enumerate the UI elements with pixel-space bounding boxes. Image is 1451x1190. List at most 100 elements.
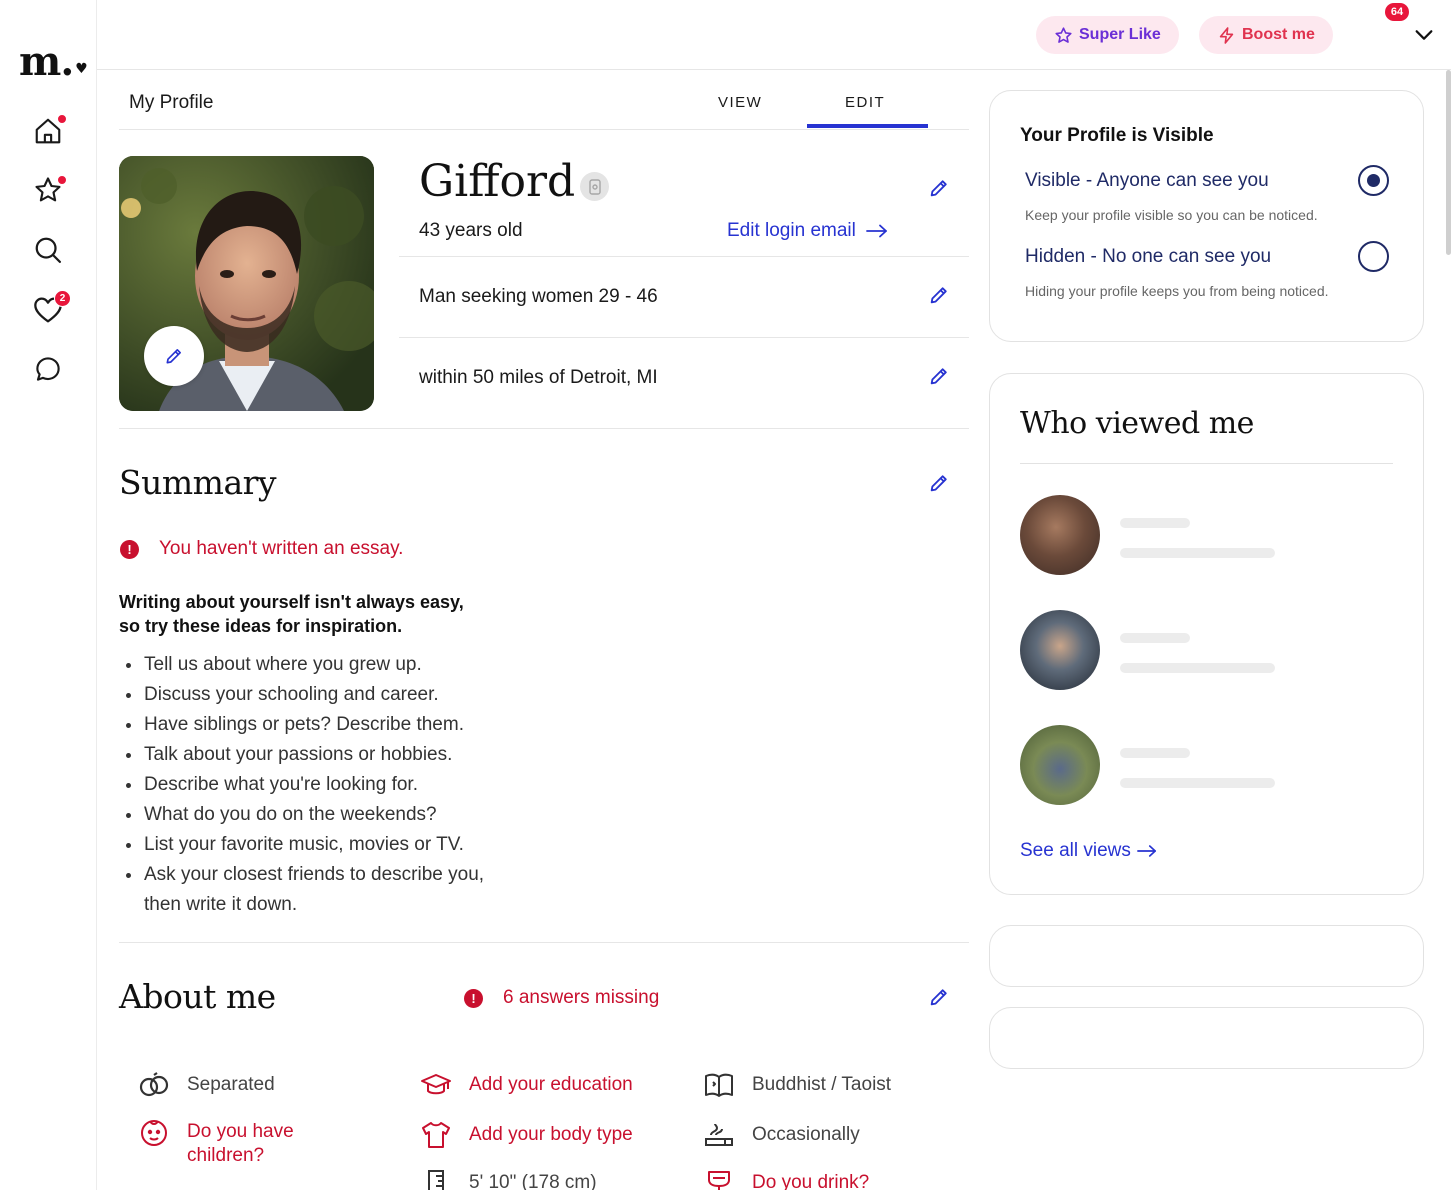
sidebar: m. ♥ 2 — [0, 0, 97, 1190]
empty-card — [989, 1007, 1424, 1069]
profile-age: 43 years old — [419, 220, 523, 241]
lightning-icon — [1219, 26, 1234, 44]
viewer-avatar[interactable] — [1020, 610, 1100, 690]
about-body-type[interactable]: Add your body type — [419, 1120, 633, 1150]
essay-warning-text: You haven't written an essay. — [159, 538, 404, 559]
viewer-avatar[interactable] — [1020, 495, 1100, 575]
about-height[interactable]: 5' 10" (178 cm) — [419, 1168, 597, 1190]
sidebar-item-search[interactable] — [30, 232, 66, 268]
edit-photo-button[interactable] — [144, 326, 204, 386]
see-all-views-link[interactable]: See all views — [1020, 840, 1157, 862]
photo-verify-icon[interactable] — [580, 172, 609, 201]
sidebar-item-home[interactable] — [30, 113, 67, 149]
alert-icon: ! — [120, 539, 139, 559]
boost-me-button[interactable]: Boost me — [1199, 16, 1333, 54]
star-outline-icon — [1055, 26, 1072, 43]
viewer-name-placeholder — [1120, 748, 1190, 758]
hidden-radio[interactable] — [1358, 241, 1389, 272]
ideas-heading: Writing about yourself isn't always easy… — [119, 590, 539, 638]
tab-edit[interactable]: EDIT — [845, 94, 885, 111]
visibility-option-hidden-desc: Hiding your profile keeps you from being… — [1025, 283, 1329, 299]
pencil-icon — [930, 475, 947, 492]
about-religion[interactable]: Buddhist / Taoist — [702, 1070, 891, 1100]
top-bar: Super Like Boost me 64 — [97, 0, 1451, 70]
divider — [1020, 463, 1393, 464]
list-item: List your favorite music, movies or TV. — [119, 830, 549, 860]
logo-heart: ♥ — [75, 61, 88, 77]
summary-title: Summary — [119, 463, 277, 502]
favorites-notification-dot — [57, 175, 67, 185]
list-item: Discuss your schooling and career. — [119, 680, 549, 710]
viewer-detail-placeholder — [1120, 663, 1275, 673]
visibility-option-visible-label[interactable]: Visible - Anyone can see you — [1025, 170, 1269, 192]
viewer-name-placeholder — [1120, 518, 1190, 528]
divider — [399, 256, 969, 257]
drink-icon — [708, 1171, 730, 1190]
who-viewed-title: Who viewed me — [1020, 406, 1254, 441]
ideas-heading-line-2: so try these ideas for inspiration. — [119, 616, 403, 636]
child-face-icon — [141, 1120, 167, 1146]
answers-missing-warning: ! 6 answers missing — [464, 987, 659, 1009]
edit-login-email-link[interactable]: Edit login email — [727, 220, 888, 242]
edit-login-email-label: Edit login email — [727, 220, 856, 241]
essay-warning: ! You haven't written an essay. — [120, 538, 403, 560]
sidebar-item-messages[interactable] — [30, 351, 66, 387]
list-item: Describe what you're looking for. — [119, 770, 549, 800]
see-all-views-label: See all views — [1020, 840, 1131, 861]
edit-location-button[interactable] — [928, 365, 950, 387]
arrow-right-icon — [865, 224, 887, 238]
page-title: My Profile — [129, 92, 214, 113]
page-scrollbar[interactable] — [1446, 70, 1451, 255]
ideas-heading-line-1: Writing about yourself isn't always easy… — [119, 592, 464, 612]
location-preference: within 50 miles of Detroit, MI — [419, 367, 658, 388]
profile-photo[interactable] — [119, 156, 374, 411]
divider — [399, 337, 969, 338]
smoking-icon — [705, 1123, 733, 1146]
arrow-right-icon — [1136, 845, 1156, 857]
about-education[interactable]: Add your education — [419, 1070, 633, 1100]
super-like-button[interactable]: Super Like — [1036, 16, 1179, 54]
account-menu-toggle[interactable] — [1413, 24, 1435, 51]
ruler-icon — [428, 1170, 444, 1190]
sidebar-item-favorites[interactable] — [30, 172, 67, 208]
divider — [119, 428, 969, 429]
about-children[interactable]: Do you have children? — [137, 1117, 327, 1168]
home-notification-dot — [57, 114, 67, 124]
about-drinking[interactable]: Do you drink? — [702, 1168, 869, 1190]
visible-radio[interactable] — [1358, 165, 1389, 196]
super-like-label: Super Like — [1079, 26, 1161, 43]
chevron-down-icon — [1415, 30, 1433, 40]
who-viewed-card: Who viewed me See all views — [989, 373, 1424, 895]
seeking-preference: Man seeking women 29 - 46 — [419, 286, 658, 307]
brand-logo[interactable]: m. ♥ — [19, 38, 88, 85]
viewer-avatar[interactable] — [1020, 725, 1100, 805]
pencil-icon — [930, 287, 947, 304]
edit-name-button[interactable] — [928, 177, 950, 199]
pencil-icon — [930, 989, 947, 1006]
radio-selected-dot — [1367, 174, 1380, 187]
viewer-detail-placeholder — [1120, 548, 1275, 558]
shirt-icon — [422, 1122, 450, 1148]
logo-text: m. — [19, 38, 74, 85]
viewer-name-placeholder — [1120, 633, 1190, 643]
about-relationship-status[interactable]: Separated — [137, 1070, 275, 1100]
list-item: Talk about your passions or hobbies. — [119, 740, 549, 770]
list-item: Tell us about where you grew up. — [119, 650, 549, 680]
edit-seeking-button[interactable] — [928, 284, 950, 306]
about-smoking[interactable]: Occasionally — [702, 1120, 860, 1150]
edit-summary-button[interactable] — [928, 472, 950, 494]
pencil-icon — [166, 349, 181, 364]
answers-missing-text: 6 answers missing — [503, 987, 660, 1008]
sidebar-item-likes[interactable]: 2 — [30, 290, 71, 328]
visibility-option-visible-desc: Keep your profile visible so you can be … — [1025, 207, 1318, 223]
ideas-list: Tell us about where you grew up. Discuss… — [119, 650, 549, 920]
list-item: Have siblings or pets? Describe them. — [119, 710, 549, 740]
about-me-title: About me — [119, 977, 276, 1016]
edit-about-me-button[interactable] — [928, 986, 950, 1008]
search-icon — [35, 237, 61, 263]
book-icon — [705, 1073, 733, 1097]
visibility-option-hidden-label[interactable]: Hidden - No one can see you — [1025, 246, 1271, 268]
rings-icon — [139, 1072, 169, 1097]
boost-me-label: Boost me — [1242, 26, 1315, 43]
tab-view[interactable]: VIEW — [718, 94, 762, 111]
